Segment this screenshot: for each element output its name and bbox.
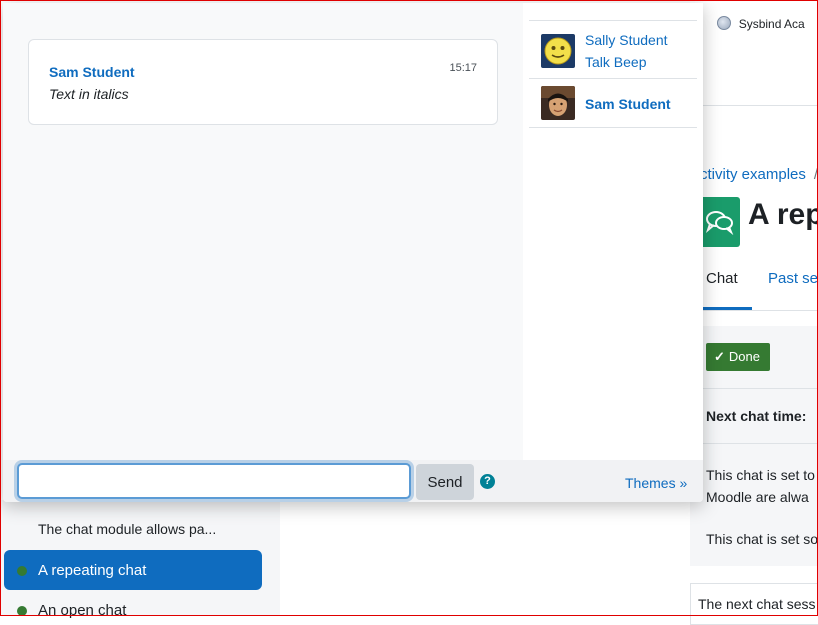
breadcrumb: ctivity examples / <box>700 166 818 183</box>
divider <box>700 310 818 311</box>
divider <box>700 105 818 106</box>
divider <box>529 20 697 21</box>
done-button[interactable]: ✓ Done <box>706 343 770 371</box>
user-name-link[interactable]: Sam Student <box>585 96 671 112</box>
send-button[interactable]: Send <box>416 464 474 500</box>
talk-beep-link[interactable]: Talk Beep <box>585 54 646 70</box>
description-line: This chat is set to <box>706 467 815 483</box>
tab-chat[interactable]: Chat <box>706 270 738 287</box>
help-icon[interactable]: ? <box>480 474 495 489</box>
page-title: A rep <box>748 198 818 231</box>
message-time: 15:17 <box>449 62 477 74</box>
topnav-item[interactable]: Sysbind Aca <box>739 17 805 31</box>
chat-input-bar: Send ? Themes » <box>3 460 703 502</box>
completion-dot-icon <box>17 606 27 616</box>
divider <box>529 127 697 128</box>
user-name-link[interactable]: Sally Student <box>585 32 668 48</box>
message-author[interactable]: Sam Student <box>49 64 135 80</box>
chat-activity-icon <box>700 197 740 247</box>
divider <box>529 78 697 79</box>
course-index-item-label: A repeating chat <box>38 562 147 579</box>
globe-icon <box>716 16 731 30</box>
tab-past-sessions[interactable]: Past ses <box>768 270 818 287</box>
course-index-item-label: An open chat <box>38 602 127 619</box>
chat-message: Sam Student 15:17 Text in italics <box>28 39 498 125</box>
course-index-item-active[interactable]: A repeating chat <box>4 550 262 590</box>
next-chat-time-label: Next chat time: <box>706 408 807 424</box>
done-button-label: Done <box>728 349 760 364</box>
breadcrumb-link[interactable]: ctivity examples <box>700 166 806 183</box>
divider <box>700 443 818 444</box>
message-text: Text in italics <box>49 86 129 102</box>
top-navigation: ceSysbind Aca <box>690 16 805 31</box>
description-line: Moodle are alwa <box>706 489 809 505</box>
divider <box>700 388 818 389</box>
completion-dot-icon <box>17 566 27 576</box>
avatar[interactable] <box>541 34 575 68</box>
next-session-text: The next chat sess <box>698 596 816 612</box>
activity-description: This chat is set to Moodle are alwa <box>706 464 815 508</box>
message-input[interactable] <box>17 463 411 499</box>
course-index-description[interactable]: The chat module allows pa... <box>38 521 216 537</box>
description-line: This chat is set so <box>706 531 818 547</box>
chat-popup-window: Sam Student 15:17 Text in italics Sally … <box>3 3 703 502</box>
breadcrumb-separator: / <box>813 166 818 183</box>
themes-link[interactable]: Themes » <box>625 475 687 491</box>
chat-users-panel: Sally Student Talk Beep Sam Student <box>523 3 703 460</box>
check-icon: ✓ <box>714 349 725 364</box>
avatar[interactable] <box>541 86 575 120</box>
